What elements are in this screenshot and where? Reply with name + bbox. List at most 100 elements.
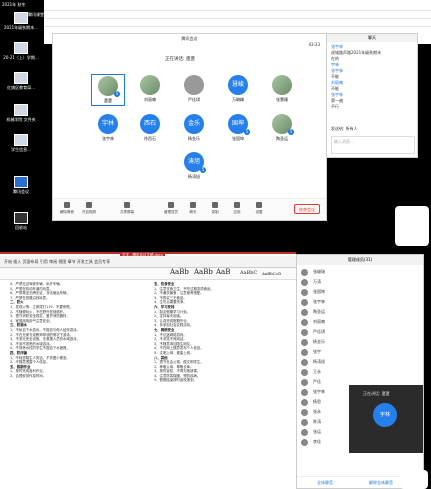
member-row[interactable]: 张运 [297, 427, 349, 437]
send-to-selector[interactable]: 发送给: 所有人 [331, 126, 358, 132]
file-icon [14, 134, 28, 146]
right-column: 五、饮食安全 1、注意饮食卫生，不吃过期变质食品。 2、不暴饮暴食，注意营养搭配。 3… [154, 282, 289, 383]
explorer-row[interactable] [44, 20, 431, 27]
avatar: 国坤 5 [228, 114, 250, 135]
participant-tile[interactable]: 刘丽喃 [133, 75, 167, 103]
chat-input[interactable]: 输入消息... [331, 136, 415, 154]
avatar [272, 75, 292, 95]
style-heading3[interactable]: AaBbCcD [262, 271, 281, 276]
unmute-all-button[interactable]: 解除全体静音 [369, 480, 393, 486]
avatar [301, 398, 308, 406]
apps-button[interactable]: 应用 [227, 202, 247, 215]
member-row[interactable]: 张宇 [297, 347, 349, 357]
member-row[interactable]: 张宇林 [297, 297, 349, 307]
participant-tile[interactable]: 张慧珊 [265, 75, 299, 103]
chat-button[interactable]: 聊天 [183, 202, 203, 215]
word-window: 文字 - 腾讯会议文稿.docx 开始 插入 页面布局 引用 审阅 视图 章节 … [0, 252, 296, 489]
manage-members-button[interactable]: 管理成员 [161, 202, 181, 215]
member-row[interactable]: 严佳琪 [297, 327, 349, 337]
member-row[interactable]: 刘丽喃 [297, 317, 349, 327]
video-preview[interactable]: 正在讲话: 蘆蘆 宇林 [349, 385, 423, 453]
sticker-decoration [400, 470, 428, 489]
file-icon [14, 42, 28, 54]
member-row[interactable]: 杨思 [297, 397, 349, 407]
member-row[interactable]: 万涛 [297, 277, 349, 287]
member-row[interactable]: 张国坤 [297, 287, 349, 297]
participant-tile[interactable]: 5 陶圣运 [265, 114, 299, 142]
avatar [301, 328, 308, 336]
avatar: 金乐 [184, 114, 204, 134]
member-row[interactable]: 李佳 [297, 437, 349, 447]
member-row[interactable]: 严佳 [297, 377, 349, 387]
avatar [301, 368, 308, 376]
explorer-row[interactable] [44, 4, 431, 11]
sticker-decoration [395, 206, 429, 246]
desktop-icon[interactable]: 回收站 [2, 212, 40, 230]
member-row[interactable]: 杨涛旭 [297, 357, 349, 367]
participant-tile[interactable]: 金乐 杨金乐 [177, 114, 211, 142]
member-row[interactable]: 杨金乐 [297, 337, 349, 347]
member-row[interactable]: 陶圣运 [297, 307, 349, 317]
avatar [301, 358, 308, 366]
explorer-row[interactable] [44, 12, 431, 19]
member-name: 杨思 [313, 399, 321, 404]
member-row[interactable]: 张永 [297, 407, 349, 417]
style-normal[interactable]: AaBb [170, 268, 189, 276]
member-name: 刘丽喃 [313, 319, 325, 324]
end-meeting-button[interactable]: 结束会议 [294, 204, 320, 214]
participant-tile[interactable]: 西石 徐西石 [133, 114, 167, 142]
desktop-icon[interactable]: 20-21（上）学期... [2, 42, 40, 60]
avatar: 宇林 [98, 114, 118, 134]
avatar [140, 75, 160, 95]
member-name: 张运 [313, 429, 321, 434]
style-heading1[interactable]: AaB [216, 268, 230, 276]
video-button[interactable]: 开启视频 [79, 202, 99, 215]
avatar [301, 378, 308, 386]
participant-tile[interactable]: 宇林 张宇林 [91, 114, 125, 142]
member-name: 张宇 [313, 349, 321, 354]
share-screen-button[interactable]: 共享屏幕 [117, 202, 137, 215]
member-name: 张宇林 [313, 299, 325, 304]
doc-paragraph: 5、假期结束按时返校报到。 [154, 378, 197, 383]
record-button[interactable]: 录制 [205, 202, 225, 215]
avatar [184, 75, 204, 95]
gear-icon [256, 202, 262, 208]
desktop-icon[interactable]: 腾讯会议 [2, 176, 40, 194]
mute-all-button[interactable]: 全体静音 [317, 480, 333, 486]
member-name: 杨涛旭 [313, 359, 325, 364]
style-body[interactable]: AaBb [194, 268, 213, 276]
desktop-icon[interactable]: 机械学院 文件夹 [2, 104, 40, 122]
avatar: 5 [98, 76, 120, 97]
mute-button[interactable]: 解除静音 [57, 202, 77, 215]
members-title: 管理成员(31) [297, 255, 423, 265]
meeting-toolbar: 解除静音 开启视频 共享屏幕 管理成员 聊天 录制 应用 设置 结束会议 [53, 198, 326, 220]
member-row[interactable]: 张宇林 [297, 387, 349, 397]
avatar [301, 298, 308, 306]
settings-button[interactable]: 设置 [249, 202, 269, 215]
member-row[interactable]: 陈涛 [297, 417, 349, 427]
member-name: 李佳 [313, 439, 321, 444]
style-heading2[interactable]: AaBbC [240, 270, 257, 276]
avatar: 慧峻 [228, 75, 248, 95]
style-gallery: AaBb AaBb AaB AaBbC AaBbCcD [0, 268, 296, 280]
word-ribbon[interactable]: 开始 插入 页面布局 引用 审阅 视图 章节 开发工具 会员专享 [0, 256, 296, 268]
meeting-window: 腾讯会议 43:33 正在讲话: 蘆蘆 5 蘆蘆 刘丽喃 严佳琪 慧峻 万琳峰 … [52, 33, 327, 221]
participant-tile[interactable]: 涛旭 5 杨涛旭 [177, 152, 211, 180]
desktop-icon[interactable]: 学生信息... [2, 134, 40, 152]
participant-tile[interactable]: 严佳琪 [177, 75, 211, 103]
member-name: 张峻瑞 [313, 269, 325, 274]
record-icon [212, 202, 218, 208]
left-column: 4、严禁无证驾驶车辆，私开车辆。 5、严禁在机动车道内玩耍。 6、严禁乘坐无牌无证、… [10, 282, 145, 378]
participant-tile[interactable]: 慧峻 万琳峰 [221, 75, 255, 103]
member-row[interactable]: 王永 [297, 367, 349, 377]
doc-paragraph: 2、合理安排作息时间。 [10, 373, 47, 378]
member-list: 张峻瑞 万涛 张国坤 张宇林 陶圣运 刘丽喃 严佳琪 杨金乐 张宇 杨涛旭 王永 严佳 张宇林 杨思 张永陈… [297, 267, 349, 447]
member-name: 陈涛 [313, 419, 321, 424]
member-row[interactable]: 张峻瑞 [297, 267, 349, 277]
document-page[interactable]: 4、严禁无证驾驶车辆，私开车辆。 5、严禁在机动车道内玩耍。 6、严禁乘坐无牌无证、… [4, 282, 292, 488]
folder-icon [14, 12, 28, 24]
participant-tile[interactable]: 国坤 5 张国坤 [221, 114, 255, 142]
desktop-icon[interactable]: 红旗区教育局... [2, 72, 40, 90]
participant-tile[interactable]: 5 蘆蘆 [91, 74, 125, 106]
taskbar-label: 2021年 秋冬 [2, 2, 26, 7]
